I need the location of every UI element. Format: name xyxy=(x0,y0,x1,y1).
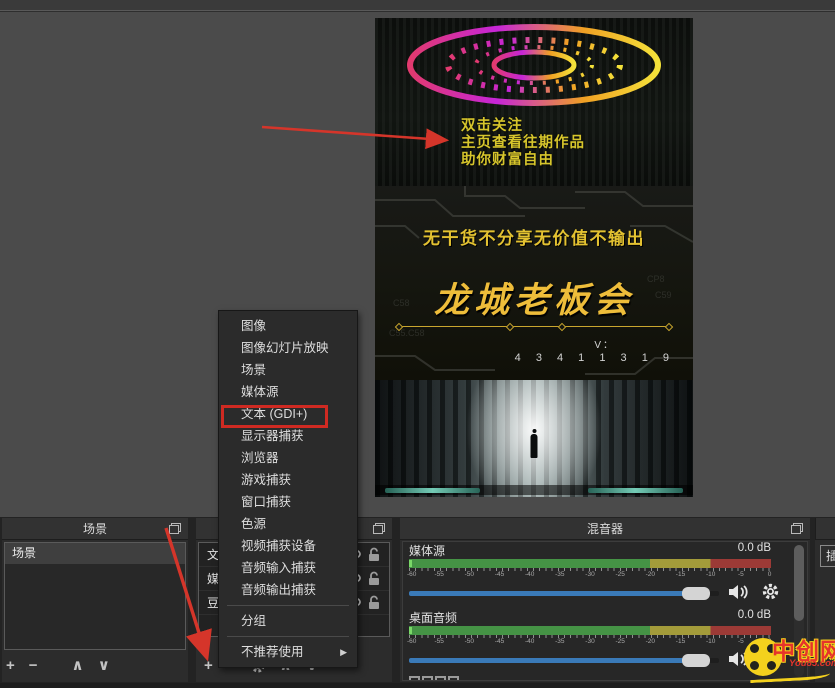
submenu-arrow-icon: ▶ xyxy=(340,641,347,663)
channel-name: 媒体源 xyxy=(409,542,445,559)
video-v-number: 4 3 4 1 1 3 1 9 xyxy=(515,352,675,364)
menu-separator xyxy=(227,636,349,637)
popout-dock-icon[interactable] xyxy=(373,523,385,534)
channel-name: 桌面音频 xyxy=(409,609,457,626)
volume-slider-handle[interactable] xyxy=(682,654,710,667)
menu-item-display-capture[interactable]: 显示器捕获 xyxy=(219,425,357,447)
mixer-channel-media-source: 媒体源 0.0 dB -60-55-50-45-40-35-30-25-20-1… xyxy=(408,542,773,604)
menu-item-video-capture-device[interactable]: 视频捕获设备 xyxy=(219,535,357,557)
unlock-icon[interactable] xyxy=(367,595,381,610)
channel-db-value: 0.0 dB xyxy=(738,542,771,554)
menu-item-browser[interactable]: 浏览器 xyxy=(219,447,357,469)
cta-line-3: 助你财富自由 xyxy=(461,152,585,169)
scenes-toolbar: + − ∧ ∨ xyxy=(6,654,110,678)
menu-item-group[interactable]: 分组 xyxy=(219,610,357,632)
video-slogan-text: 无干货不分享无价值不输出 xyxy=(375,224,693,249)
brand-divider xyxy=(399,326,669,327)
obs-main-window: 双击关注 主页查看往期作品 助你财富自由 C58CP8C59C55.C58 xyxy=(0,0,835,688)
meter-scale-labels: -60-55-50-45-40-35-30-25-20-15-10-50 xyxy=(409,571,771,580)
right-panel-header xyxy=(815,518,835,540)
menu-separator xyxy=(227,605,349,606)
clipped-third-channel xyxy=(409,673,461,680)
volume-slider[interactable] xyxy=(409,591,719,596)
menu-item-deprecated[interactable]: 不推荐使用 ▶ xyxy=(219,641,357,663)
scene-down-button[interactable]: ∨ xyxy=(98,655,110,677)
neon-ring-graphic xyxy=(403,20,665,110)
meter-scale-labels: -60-55-50-45-40-35-30-25-20-15-10-50 xyxy=(409,638,771,647)
popout-dock-icon[interactable] xyxy=(169,523,181,534)
add-source-button[interactable]: + xyxy=(204,655,213,677)
unlock-icon[interactable] xyxy=(367,571,381,586)
volume-slider-fill xyxy=(409,591,697,596)
volume-slider[interactable] xyxy=(409,658,719,663)
remove-scene-button[interactable]: − xyxy=(29,655,38,677)
speaker-mute-icon[interactable] xyxy=(727,582,751,602)
cta-line-2: 主页查看往期作品 xyxy=(461,135,585,152)
mixer-scrollbar-thumb[interactable] xyxy=(794,545,804,621)
svg-text:C55.C58: C55.C58 xyxy=(389,328,425,338)
video-segment-forest xyxy=(375,380,693,497)
mixer-panel-title: 混音器 xyxy=(587,522,623,536)
insert-button-clipped[interactable]: 插入 xyxy=(820,545,835,567)
scenes-panel-header[interactable]: 场景 xyxy=(2,518,188,540)
popout-dock-icon[interactable] xyxy=(791,523,803,534)
scenes-panel: 场景 场景 + − ∧ ∨ xyxy=(2,518,188,682)
hud-meter-left xyxy=(385,488,480,493)
menu-item-scene[interactable]: 场景 xyxy=(219,359,357,381)
menu-item-image[interactable]: 图像 xyxy=(219,315,357,337)
bottom-strip xyxy=(0,683,835,688)
menu-item-audio-input-capture[interactable]: 音频输入捕获 xyxy=(219,557,357,579)
volume-meter xyxy=(409,559,771,568)
hud-meter-right xyxy=(588,488,683,493)
volume-slider-fill xyxy=(409,658,697,663)
site-watermark: 中创网 You85.com xyxy=(742,630,835,686)
video-cta-text: 双击关注 主页查看往期作品 助你财富自由 xyxy=(461,118,585,169)
cta-line-1: 双击关注 xyxy=(461,118,585,135)
preview-area[interactable]: 双击关注 主页查看往期作品 助你财富自由 C58CP8C59C55.C58 xyxy=(0,12,835,517)
menu-item-media-source[interactable]: 媒体源 xyxy=(219,381,357,403)
walking-figure-silhouette xyxy=(531,434,538,458)
volume-meter xyxy=(409,626,771,635)
scene-list-item[interactable]: 场景 xyxy=(5,543,185,564)
menu-item-color-source[interactable]: 色源 xyxy=(219,513,357,535)
mixer-channel-desktop-audio: 桌面音频 0.0 dB -60-55-50-45-40-35-30-25-20-… xyxy=(408,609,773,671)
video-segment-brand: C58CP8C59C55.C58 无干货不分享无价值不输出 龙城老板会 V： 4… xyxy=(375,186,693,380)
volume-slider-handle[interactable] xyxy=(682,587,710,600)
annotation-highlight-box xyxy=(221,405,328,428)
watermark-url: You85.com xyxy=(789,658,835,669)
video-segment-neon-ring: 双击关注 主页查看往期作品 助你财富自由 xyxy=(375,18,693,186)
menu-item-image-slideshow[interactable]: 图像幻灯片放映 xyxy=(219,337,357,359)
add-scene-button[interactable]: + xyxy=(6,655,15,677)
preview-video[interactable]: 双击关注 主页查看往期作品 助你财富自由 C58CP8C59C55.C58 xyxy=(375,18,693,497)
menu-item-window-capture[interactable]: 窗口捕获 xyxy=(219,491,357,513)
scenes-panel-title: 场景 xyxy=(83,522,107,536)
unlock-icon[interactable] xyxy=(367,547,381,562)
scene-up-button[interactable]: ∧ xyxy=(72,655,84,677)
menu-item-game-capture[interactable]: 游戏捕获 xyxy=(219,469,357,491)
menu-item-audio-output-capture[interactable]: 音频输出捕获 xyxy=(219,579,357,601)
channel-settings-gear-icon[interactable] xyxy=(761,582,780,601)
add-source-context-menu: 图像 图像幻灯片放映 场景 媒体源 文本 (GDI+) 显示器捕获 浏览器 游戏… xyxy=(218,310,358,668)
mixer-panel-header[interactable]: 混音器 xyxy=(400,518,810,540)
video-v-label: V： xyxy=(594,336,615,351)
scenes-list[interactable]: 场景 xyxy=(4,542,186,650)
channel-db-value: 0.0 dB xyxy=(738,609,771,621)
dock-area: 场景 场景 + − ∧ ∨ 文 xyxy=(0,517,835,683)
video-brand-title: 龙城老板会 xyxy=(375,272,693,323)
title-bar xyxy=(0,0,835,11)
